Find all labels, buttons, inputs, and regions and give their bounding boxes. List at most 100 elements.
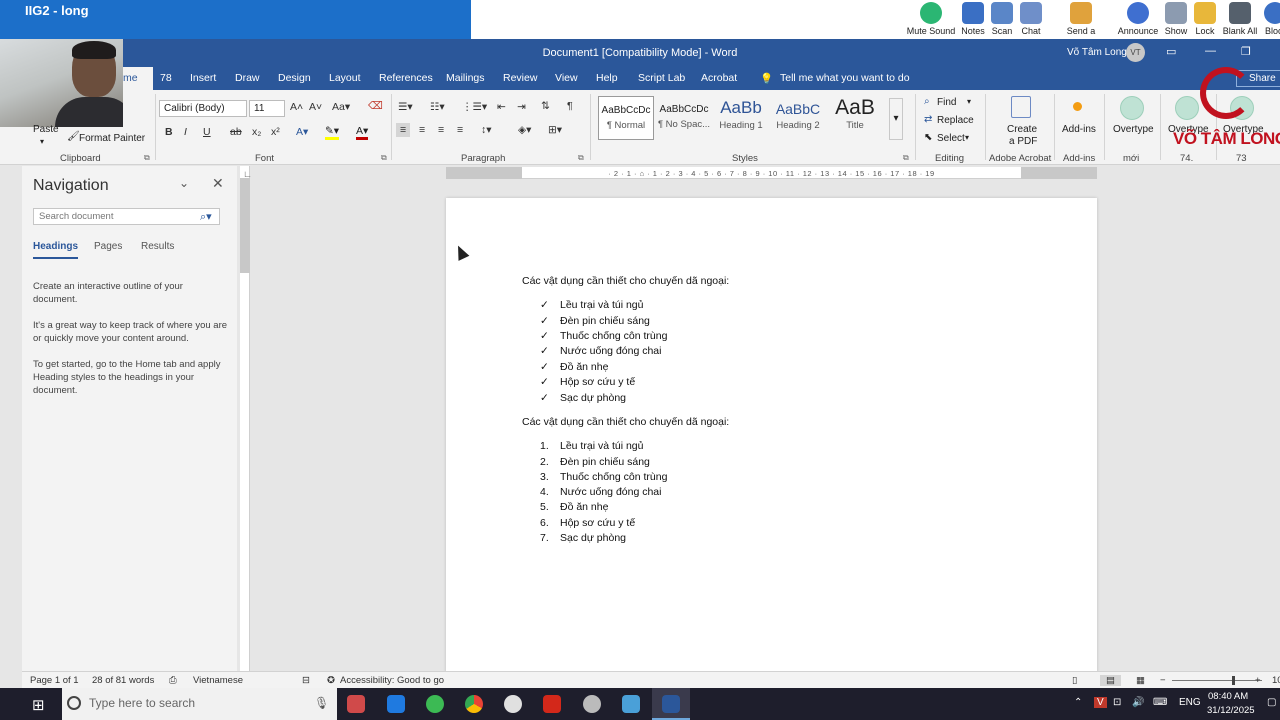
font-launcher-icon[interactable]: ⧉ (381, 153, 387, 163)
macro-icon[interactable]: ⊟ (302, 675, 310, 686)
tell-me-search[interactable]: Tell me what you want to do (780, 72, 910, 84)
proofing-icon[interactable]: ⎙ (169, 675, 177, 686)
bold-icon[interactable]: B (165, 126, 173, 138)
tab-help[interactable]: Help (596, 72, 618, 84)
read-mode-icon[interactable]: ▯ (1072, 675, 1077, 686)
microphone-icon[interactable]: 🎙 (314, 696, 329, 710)
zoom-out-button[interactable]: − (1160, 675, 1166, 686)
word-taskbar-button[interactable] (652, 688, 690, 720)
style-heading-1[interactable]: AaBb Heading 1 (713, 96, 769, 140)
italic-icon[interactable]: I (184, 126, 187, 138)
tab-78[interactable]: 78 (160, 72, 172, 84)
chevron-up-icon[interactable]: ⌃ (1074, 697, 1082, 708)
accessibility-status[interactable]: Accessibility: Good to go (340, 675, 444, 686)
find-button[interactable]: Find (937, 97, 956, 108)
tab-references[interactable]: References (379, 72, 433, 84)
tab-insert[interactable]: Insert (190, 72, 216, 84)
ribbon-display-options-icon[interactable]: ▭ (1166, 45, 1176, 58)
superscript-icon[interactable]: x² (271, 126, 280, 138)
document-page[interactable]: Các vật dụng cần thiết cho chuyến dã ngo… (446, 198, 1097, 673)
styles-more-icon[interactable]: ▾ (889, 98, 903, 140)
tab-selector-icon[interactable]: ∟ (243, 169, 252, 179)
list-heading[interactable]: Các vật dụng cần thiết cho chuyến dã ngo… (522, 416, 729, 428)
line-spacing-icon[interactable]: ↕▾ (481, 124, 492, 136)
avatar[interactable]: VT (1126, 43, 1145, 62)
chevron-down-icon[interactable]: ▾ (40, 137, 44, 146)
format-painter-button[interactable]: Format Painter (79, 133, 145, 144)
style-no-spacing[interactable]: AaBbCcDc ¶ No Spac... (656, 96, 712, 140)
add-ins-button[interactable]: Add-ins (1062, 124, 1096, 135)
clear-formatting-icon[interactable]: ⌫ (368, 100, 383, 112)
app-icon-5[interactable] (504, 695, 522, 713)
style-title[interactable]: AaB Title (827, 96, 883, 140)
show-marks-icon[interactable]: ¶ (567, 100, 573, 112)
tab-headings[interactable]: Headings (33, 241, 79, 259)
minimize-icon[interactable]: — (1205, 45, 1216, 57)
list-item[interactable]: ✓ Đèn pin chiếu sáng (540, 315, 650, 327)
tab-pages[interactable]: Pages (94, 241, 122, 252)
chevron-down-icon[interactable]: ⌄ (179, 176, 189, 190)
language-indicator[interactable]: ENG (1179, 697, 1201, 708)
list-item[interactable]: 6. Hộp sơ cứu y tế (540, 517, 635, 529)
clock-date[interactable]: 31/12/2025 (1207, 705, 1255, 716)
list-item[interactable]: 7. Sạc dự phòng (540, 532, 626, 544)
list-item[interactable]: ✓ Sạc dự phòng (540, 392, 626, 404)
font-name-select[interactable]: Calibri (Body) (159, 100, 247, 117)
list-item[interactable]: ✓ Nước uống đóng chai (540, 345, 661, 357)
network-icon[interactable]: ⊡ (1113, 697, 1121, 708)
list-item[interactable]: 2. Đèn pin chiếu sáng (540, 456, 650, 468)
acrobat-icon[interactable] (543, 695, 561, 713)
clipboard-launcher-icon[interactable]: ⧉ (144, 153, 150, 163)
create-pdf-button[interactable]: Create (1007, 124, 1037, 135)
align-center-icon[interactable]: ≡ (419, 124, 425, 136)
horizontal-ruler[interactable]: · 2 · 1 · ⌂ · 1 · 2 · 3 · 4 · 5 · 6 · 7 … (446, 167, 1097, 179)
list-item[interactable]: ✓ Đồ ăn nhẹ (540, 361, 608, 373)
list-item[interactable]: 4. Nước uống đóng chai (540, 486, 661, 498)
list-item[interactable]: ✓ Lều trại và túi ngủ (540, 299, 643, 311)
chevron-down-icon[interactable]: ▾ (967, 97, 971, 106)
style-normal[interactable]: AaBbCcDc ¶ Normal (598, 96, 654, 140)
zoom-slider[interactable] (1172, 680, 1262, 681)
replace-button[interactable]: Replace (937, 115, 974, 126)
sort-icon[interactable]: ⇅ (541, 100, 550, 112)
app-icon-8[interactable] (622, 695, 640, 713)
close-icon[interactable]: ✕ (212, 175, 224, 192)
restore-icon[interactable]: ❐ (1241, 45, 1251, 58)
chrome-icon[interactable] (465, 695, 483, 713)
list-item[interactable]: 5. Đồ ăn nhẹ (540, 501, 608, 513)
zoom-in-button[interactable]: + (1255, 675, 1261, 686)
strikethrough-icon[interactable]: ab (230, 126, 242, 138)
shading-icon[interactable]: ◈▾ (518, 124, 531, 136)
text-effects-icon[interactable]: A▾ (296, 126, 308, 138)
tab-mailings[interactable]: Mailings (446, 72, 485, 84)
zoom-slider-thumb[interactable] (1232, 676, 1235, 685)
font-color-icon[interactable]: A▾ (356, 125, 369, 140)
justify-icon[interactable]: ≡ (457, 124, 463, 136)
tab-results[interactable]: Results (141, 241, 174, 252)
windows-start-icon[interactable]: ⊞ (32, 696, 45, 714)
bullets-icon[interactable]: ☰▾ (398, 101, 413, 113)
subscript-icon[interactable]: x₂ (252, 126, 261, 138)
clock-time[interactable]: 08:40 AM (1208, 691, 1248, 702)
list-item[interactable]: 1. Lều trại và túi ngủ (540, 440, 643, 452)
keyboard-icon[interactable]: ⌨ (1153, 697, 1167, 708)
list-item[interactable]: ✓ Hộp sơ cứu y tế (540, 376, 635, 388)
language-status[interactable]: Vietnamese (193, 675, 243, 686)
tab-layout[interactable]: Layout (329, 72, 361, 84)
font-size-select[interactable]: 11 (249, 100, 285, 117)
select-button[interactable]: Select (937, 133, 965, 144)
app-icon-2[interactable] (387, 695, 405, 713)
app-icon-3[interactable] (426, 695, 444, 713)
tab-design[interactable]: Design (278, 72, 311, 84)
volume-icon[interactable]: 🔊 (1132, 697, 1144, 708)
app-icon-7[interactable] (583, 695, 601, 713)
highlight-icon[interactable]: ✎▾ (325, 125, 340, 140)
print-layout-icon[interactable]: ▤ (1100, 675, 1121, 686)
shrink-font-icon[interactable]: A˅ (309, 101, 322, 113)
styles-launcher-icon[interactable]: ⧉ (903, 153, 909, 163)
tab-acrobat[interactable]: Acrobat (701, 72, 737, 84)
tab-view[interactable]: View (555, 72, 578, 84)
tab-script-lab[interactable]: Script Lab (638, 72, 685, 84)
decrease-indent-icon[interactable]: ⇤ (497, 101, 506, 113)
grow-font-icon[interactable]: A˄ (290, 101, 303, 113)
